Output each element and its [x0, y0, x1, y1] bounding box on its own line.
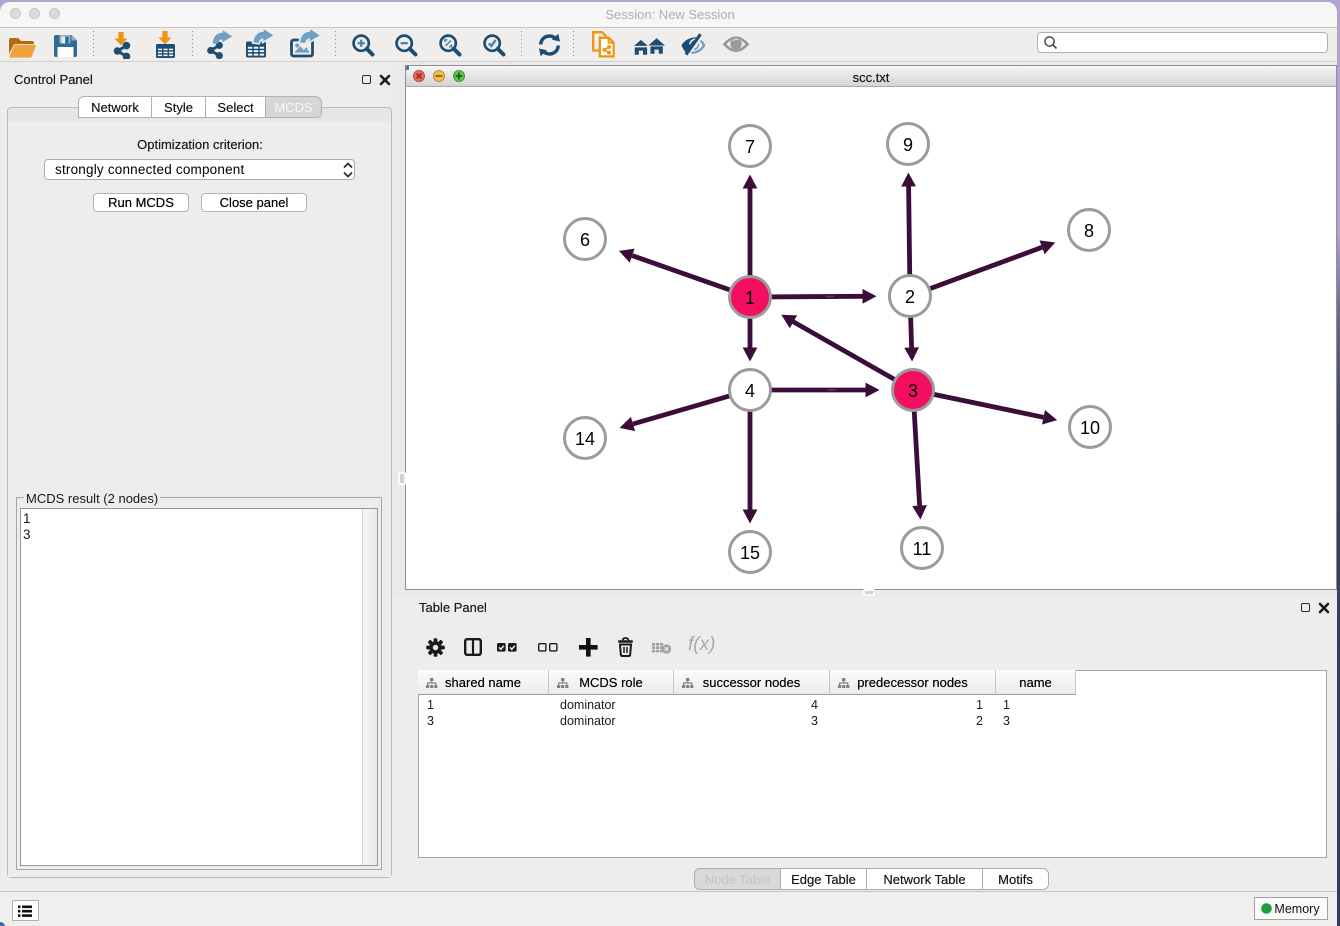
- svg-text:7: 7: [745, 137, 755, 157]
- svg-text:14: 14: [575, 429, 595, 449]
- svg-text:4: 4: [745, 381, 755, 401]
- svg-text:2: 2: [905, 287, 915, 307]
- svg-text:11: 11: [913, 539, 932, 559]
- svg-text:3: 3: [908, 381, 918, 401]
- svg-text:8: 8: [1084, 221, 1094, 241]
- svg-text:10: 10: [1080, 418, 1100, 438]
- svg-text:9: 9: [903, 135, 913, 155]
- svg-text:15: 15: [740, 543, 760, 563]
- svg-text:1: 1: [745, 288, 755, 308]
- svg-text:6: 6: [580, 230, 590, 250]
